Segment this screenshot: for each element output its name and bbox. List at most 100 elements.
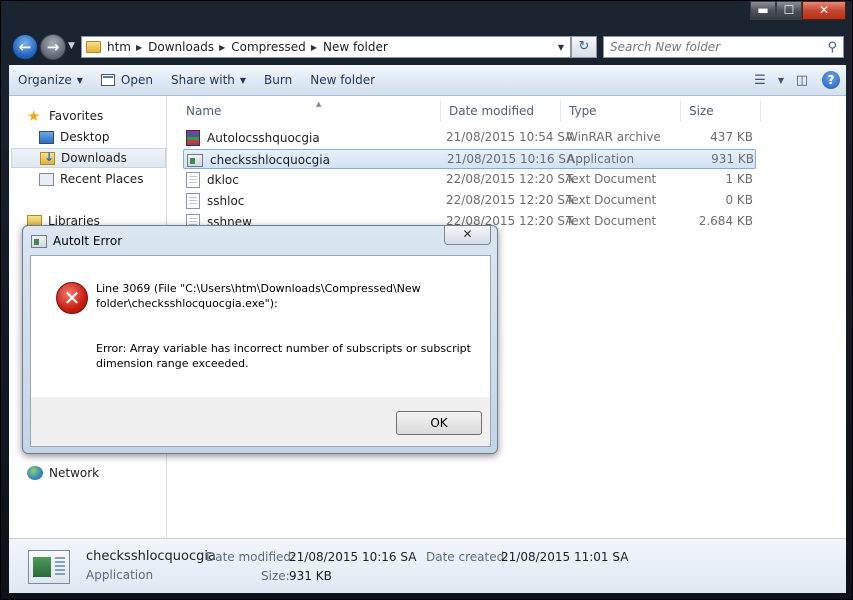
close-window-button[interactable]: ✕: [802, 1, 846, 20]
chevron-down-icon: ▼: [239, 75, 247, 85]
error-icon: ✕: [56, 282, 88, 314]
preview-pane-icon[interactable]: ◫: [788, 73, 816, 88]
breadcrumb-compressed[interactable]: Compressed: [231, 40, 306, 54]
breadcrumb-downloads[interactable]: Downloads: [148, 40, 214, 54]
nav-recent-places[interactable]: Recent Places: [11, 169, 166, 189]
breadcrumb-separator-icon[interactable]: ▶: [136, 43, 142, 52]
view-dropdown-icon[interactable]: ▼: [774, 76, 788, 85]
minimize-button[interactable]: ▬: [750, 1, 776, 20]
autoit-error-dialog: AutoIt Error ✕ ✕ Line 3069 (File "C:\Use…: [22, 225, 498, 454]
file-row-sshloc[interactable]: sshloc 22/08/2015 12:20 SA Text Document…: [183, 191, 756, 211]
file-name: Autolocsshquocgia: [207, 130, 320, 145]
details-date-created-label: Date created:: [426, 550, 509, 564]
details-date-modified-label: Date modified:: [206, 550, 296, 564]
breadcrumb-separator-icon[interactable]: ▶: [219, 43, 225, 52]
address-dropdown-icon[interactable]: ▼: [558, 43, 564, 52]
column-header-size[interactable]: Size: [681, 100, 761, 122]
file-name-cell: checksshlocquocgia: [187, 150, 330, 170]
column-header-type[interactable]: Type: [561, 100, 681, 122]
refresh-button[interactable]: ↻: [571, 36, 597, 58]
dialog-title: AutoIt Error: [53, 234, 123, 248]
breadcrumb-separator-icon[interactable]: ▶: [311, 43, 317, 52]
nav-favorites[interactable]: ★ Favorites: [11, 106, 166, 126]
file-name-cell: Autolocsshquocgia: [186, 128, 320, 148]
nav-desktop[interactable]: Desktop: [11, 127, 166, 147]
new-folder-button[interactable]: New folder: [301, 65, 384, 95]
file-row-dkloc[interactable]: dkloc 22/08/2015 12:20 SA Text Document …: [183, 170, 756, 190]
file-name: sshloc: [207, 193, 245, 208]
breadcrumb-htm[interactable]: htm: [107, 40, 131, 54]
file-type: Text Document: [566, 172, 657, 186]
back-button[interactable]: ←: [12, 34, 38, 60]
details-pane: checksshlocquocgia Application Date modi…: [9, 538, 846, 593]
file-size: 2.684 KB: [698, 214, 753, 228]
organize-menu[interactable]: Organize ▼: [9, 65, 92, 95]
text-document-icon: [186, 172, 200, 188]
nav-downloads-label: Downloads: [61, 151, 127, 165]
folder-icon: [86, 41, 101, 53]
new-folder-label: New folder: [310, 73, 376, 87]
file-name: dkloc: [207, 172, 239, 187]
file-type: Text Document: [566, 214, 657, 228]
breadcrumb-new-folder[interactable]: New folder: [323, 40, 388, 54]
sort-ascending-icon: ▲: [316, 100, 322, 108]
file-row-checksshlocquocgia[interactable]: checksshlocquocgia 21/08/2015 10:16 SA A…: [183, 149, 756, 169]
file-name: checksshlocquocgia: [210, 152, 330, 167]
details-date-modified: 21/08/2015 10:16 SA: [289, 550, 417, 564]
open-button[interactable]: Open: [92, 65, 162, 95]
file-date: 22/08/2015 12:20 SA: [446, 172, 574, 186]
column-type-label: Type: [569, 104, 597, 118]
forward-button[interactable]: →: [40, 34, 66, 60]
details-file-kind: Application: [86, 568, 154, 582]
application-thumbnail-icon: [28, 550, 70, 584]
file-date: 22/08/2015 12:20 SA: [446, 193, 574, 207]
file-size: 1 KB: [725, 172, 753, 186]
address-row: ← → ▼ htm ▶ Downloads ▶ Compressed ▶ New…: [1, 31, 853, 63]
file-row-autolocsshquocgia[interactable]: Autolocsshquocgia 21/08/2015 10:54 SA Wi…: [183, 128, 756, 148]
nav-recent-places-label: Recent Places: [60, 172, 144, 186]
column-header-name[interactable]: ▲ Name: [178, 100, 441, 122]
nav-network-label: Network: [49, 466, 100, 480]
desktop-icon: [39, 130, 54, 144]
details-size: 931 KB: [289, 569, 332, 583]
file-date: 21/08/2015 10:54 SA: [446, 130, 574, 144]
details-date-created: 21/08/2015 11:01 SA: [501, 550, 629, 564]
nav-desktop-label: Desktop: [60, 130, 110, 144]
application-icon: [187, 153, 203, 167]
maximize-button[interactable]: ☐: [776, 1, 802, 20]
file-size: 0 KB: [725, 193, 753, 207]
file-type: Text Document: [566, 193, 657, 207]
nav-downloads[interactable]: Downloads: [11, 148, 166, 168]
recent-pages-dropdown[interactable]: ▼: [68, 41, 75, 51]
error-message-line-1: Line 3069 (File "C:\Users\htm\Downloads\…: [96, 282, 421, 295]
share-with-menu[interactable]: Share with ▼: [162, 65, 255, 95]
help-icon[interactable]: ?: [822, 71, 840, 89]
search-icon[interactable]: ⚲: [827, 40, 837, 55]
downloads-folder-icon: [40, 150, 55, 165]
address-bar[interactable]: htm ▶ Downloads ▶ Compressed ▶ New folde…: [81, 36, 571, 58]
file-name-cell: dkloc: [186, 170, 239, 190]
dialog-body: ✕ Line 3069 (File "C:\Users\htm\Download…: [30, 255, 491, 447]
ok-button[interactable]: OK: [396, 411, 482, 435]
search-input[interactable]: [610, 40, 810, 54]
dialog-message-area: ✕ Line 3069 (File "C:\Users\htm\Download…: [31, 256, 490, 397]
search-box[interactable]: ⚲: [603, 36, 844, 58]
command-bar: Organize ▼ Open Share with ▼ Burn New fo…: [9, 65, 846, 96]
dialog-close-button[interactable]: ✕: [444, 226, 491, 245]
burn-button[interactable]: Burn: [255, 65, 301, 95]
column-header-date-modified[interactable]: Date modified: [441, 100, 561, 122]
burn-label: Burn: [264, 73, 293, 87]
share-with-label: Share with: [170, 73, 235, 87]
organize-label: Organize: [18, 73, 72, 87]
autoit-app-icon: [31, 235, 47, 248]
text-document-icon: [186, 193, 200, 209]
error-message-line-4: dimension range exceeded.: [96, 357, 249, 370]
caption-buttons: ▬ ☐ ✕: [750, 1, 846, 21]
view-options-icon[interactable]: ☰: [746, 73, 774, 88]
network-icon: [27, 466, 43, 480]
file-type: Application: [567, 152, 635, 166]
file-type: WinRAR archive: [566, 130, 661, 144]
open-label: Open: [120, 73, 153, 87]
nav-network[interactable]: Network: [11, 463, 166, 483]
file-size: 931 KB: [711, 152, 754, 166]
